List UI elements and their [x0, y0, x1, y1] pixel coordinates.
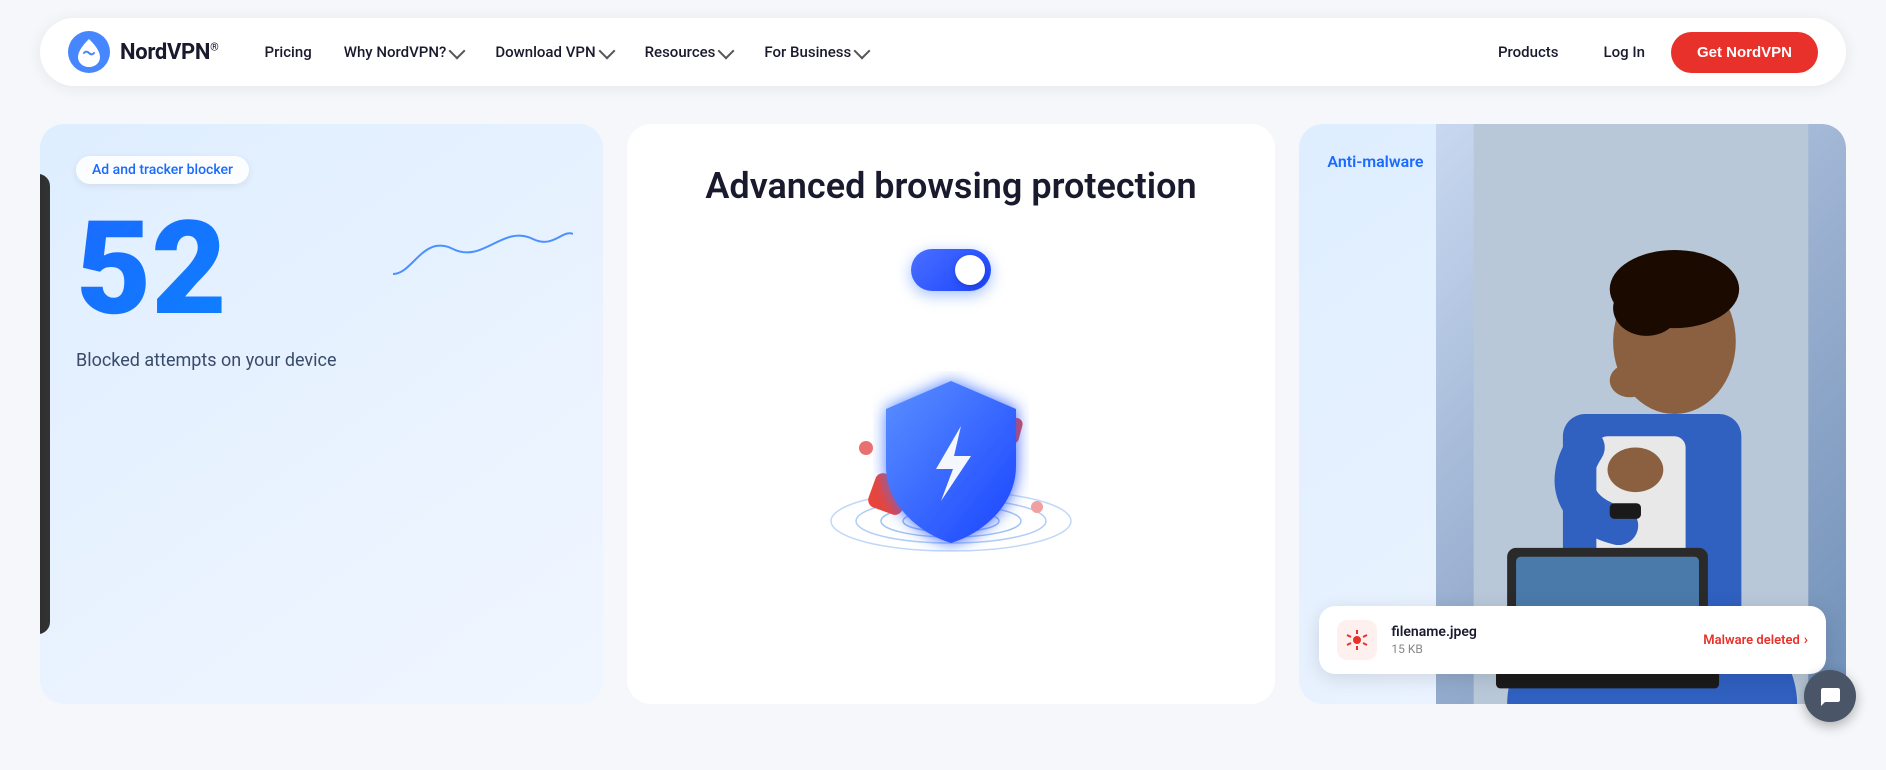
nordvpn-logo-icon	[68, 31, 110, 73]
danger-dot-pink	[1031, 501, 1043, 513]
bug-icon	[1345, 628, 1369, 652]
wave-chart	[393, 204, 573, 304]
blocked-description: Blocked attempts on your device	[76, 350, 567, 371]
shield-icon	[871, 371, 1031, 551]
main-content: Ad and tracker blocker 52 Blocked attemp…	[0, 104, 1886, 744]
nav-right: Products Log In Get NordVPN	[1484, 32, 1818, 73]
malware-notification[interactable]: filename.jpeg 15 KB Malware deleted ›	[1319, 606, 1826, 674]
chat-button[interactable]	[1804, 670, 1856, 722]
nav-logo[interactable]: NordVPN®	[68, 31, 219, 73]
chevron-down-icon	[854, 42, 871, 59]
navbar: NordVPN® Pricing Why NordVPN? Download V…	[40, 18, 1846, 86]
device-frame-left	[40, 174, 50, 634]
nav-login-button[interactable]: Log In	[1590, 35, 1659, 69]
toggle-knob	[955, 255, 985, 285]
malware-filesize: 15 KB	[1391, 642, 1689, 656]
malware-status: Malware deleted ›	[1703, 632, 1808, 648]
malware-file-info: filename.jpeg 15 KB	[1391, 624, 1689, 656]
malware-file-icon	[1337, 620, 1377, 660]
toggle-container	[911, 249, 991, 291]
chevron-down-icon	[598, 42, 615, 59]
malware-chevron-icon: ›	[1804, 632, 1808, 648]
malware-filename: filename.jpeg	[1391, 624, 1689, 640]
shield-container	[811, 321, 1091, 601]
nav-item-resources[interactable]: Resources	[631, 35, 747, 69]
nav-item-for-business[interactable]: For Business	[750, 35, 882, 69]
nav-item-pricing[interactable]: Pricing	[251, 35, 326, 69]
browsing-protection-title: Advanced browsing protection	[705, 164, 1196, 209]
protection-toggle[interactable]	[911, 249, 991, 291]
anti-malware-card: Anti-malware	[1299, 124, 1846, 704]
nav-item-why-nordvpn[interactable]: Why NordVPN?	[330, 35, 478, 69]
ad-tracker-badge: Ad and tracker blocker	[76, 156, 249, 184]
nav-links: Pricing Why NordVPN? Download VPN Resour…	[251, 35, 1484, 69]
chevron-down-icon	[718, 42, 735, 59]
chevron-down-icon	[449, 42, 466, 59]
browsing-protection-card: Advanced browsing protection	[627, 124, 1276, 704]
ad-tracker-card: Ad and tracker blocker 52 Blocked attemp…	[40, 124, 603, 704]
get-nordvpn-button[interactable]: Get NordVPN	[1671, 32, 1818, 73]
logo-text: NordVPN®	[120, 40, 219, 65]
chat-icon	[1818, 684, 1842, 708]
nav-item-products[interactable]: Products	[1484, 35, 1578, 69]
nav-item-download-vpn[interactable]: Download VPN	[481, 35, 626, 69]
